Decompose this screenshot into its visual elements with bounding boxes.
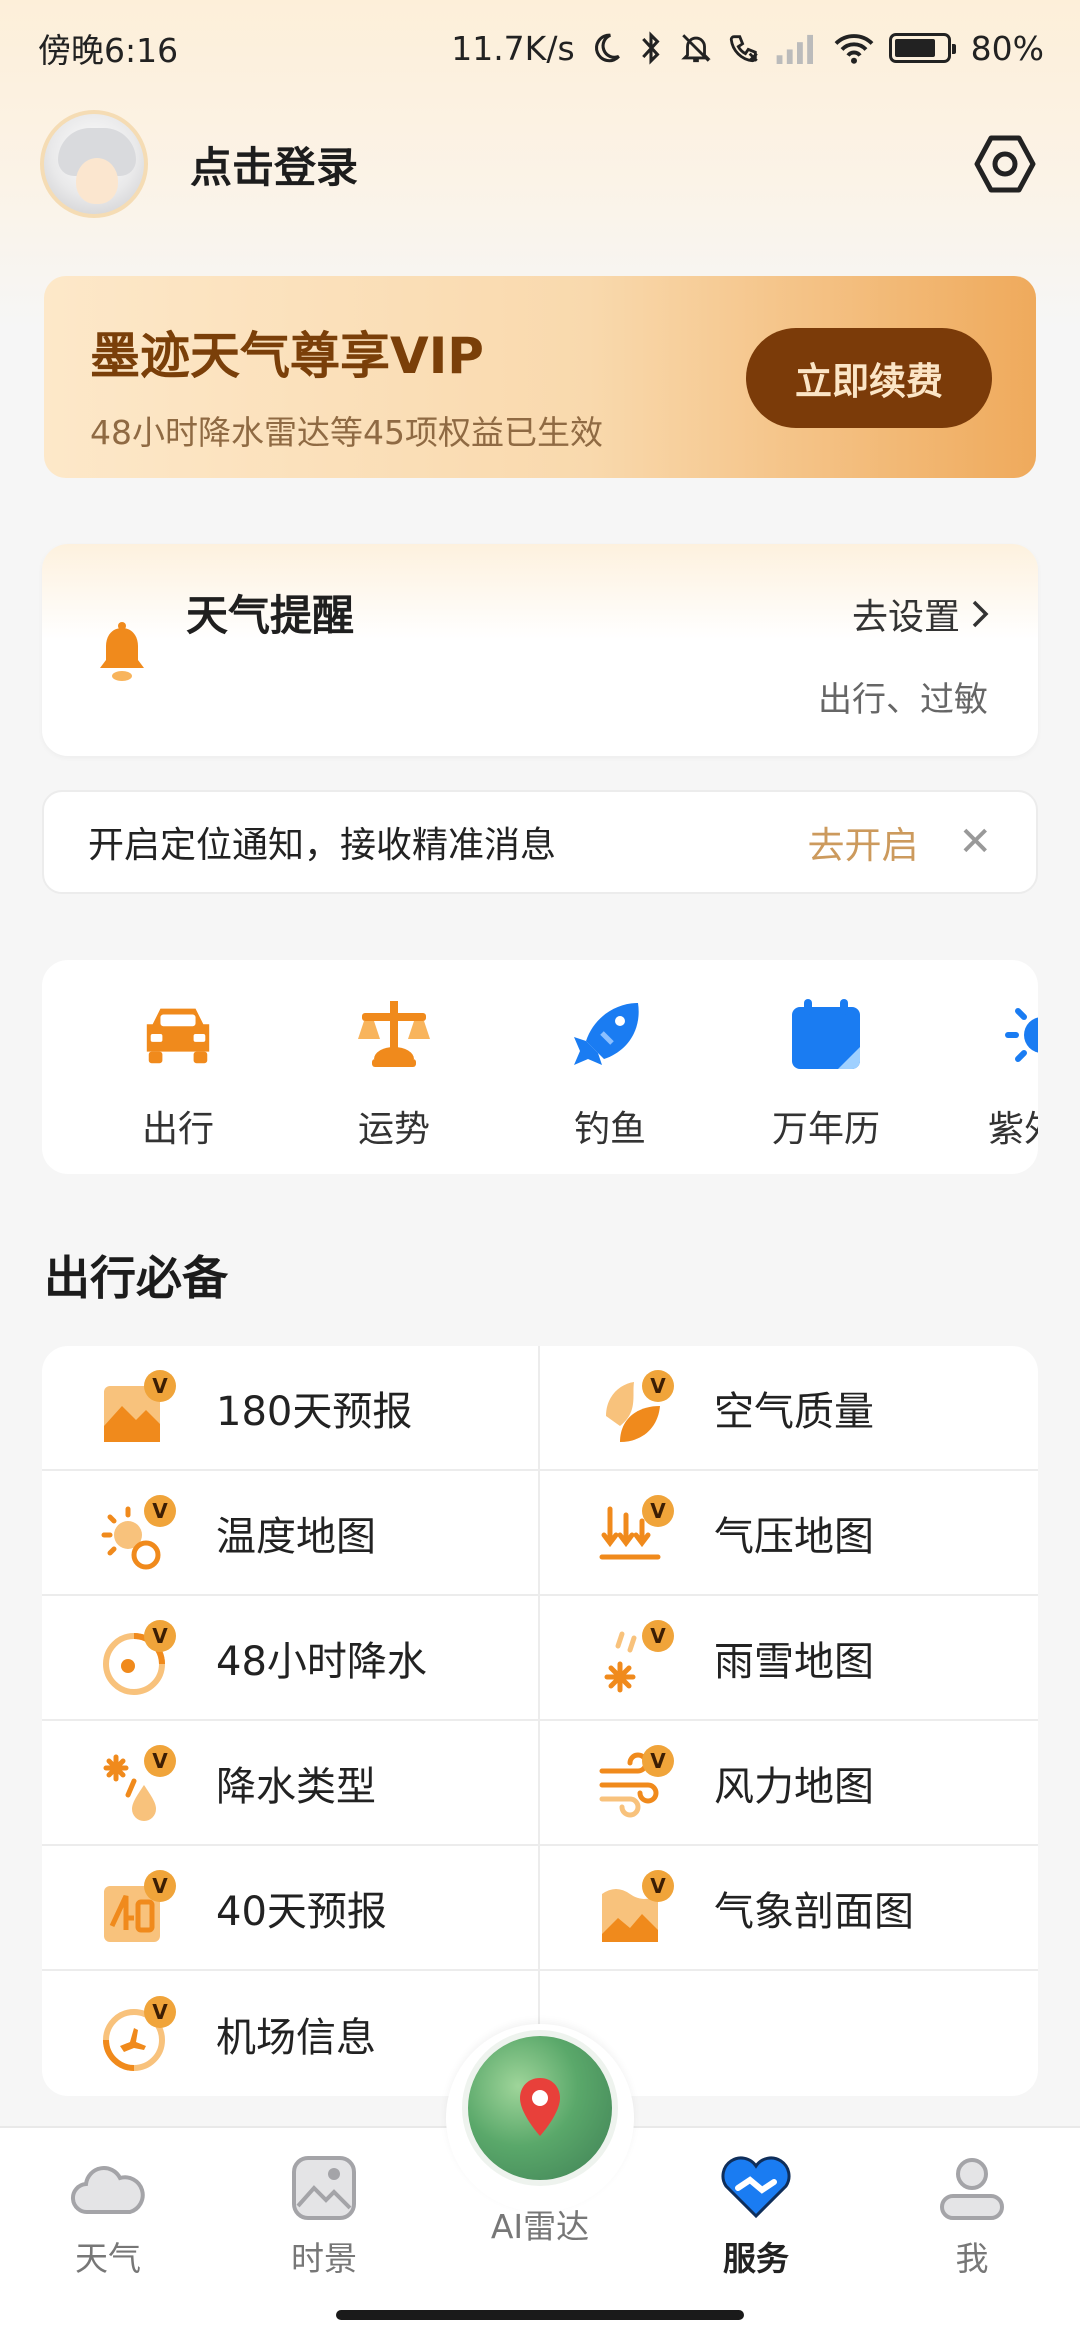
profile-header: 点击登录 [40,108,1040,220]
shortcut-row: 出行 运势 钓鱼 万年历 紫 [42,960,1038,1174]
nav-scenery[interactable]: 时景 [254,2150,394,2280]
reminder-tags: 出行、过敏 [818,680,988,720]
vip-banner[interactable]: 墨迹天气尊享VIP 48小时降水雷达等45项权益已生效 立即续费 [44,276,1036,478]
enable-location-button[interactable]: 去开启 [807,815,918,869]
calendar-icon [787,996,865,1074]
car-icon [139,996,217,1074]
nav-label: 我 [955,2239,989,2278]
grid-item-rain-snow-map[interactable]: V 雨雪地图 [540,1596,1038,1721]
bell-icon [100,622,144,681]
settings-button[interactable] [970,129,1040,199]
status-bar: 傍晚6:16 11.7K/s 80% [0,0,1080,96]
grid-item-label: 风力地图 [714,1763,874,1810]
grid-item-180-day-forecast[interactable]: V 180天预报 [42,1346,540,1471]
grid-item-precip-type[interactable]: V 降水类型 [42,1721,540,1846]
forecast-180-icon: V [100,1369,176,1446]
nav-label: AI雷达 [490,2207,590,2246]
battery-percent: 80% [970,28,1044,68]
grid-item-wind-map[interactable]: V 风力地图 [540,1721,1038,1846]
moon-icon [589,28,623,68]
reminder-settings-label: 去设置 [851,597,960,638]
grid-item-temperature-map[interactable]: V 温度地图 [42,1471,540,1596]
grid-item-label: 机场信息 [216,2014,376,2061]
settings-gear-icon [974,135,1036,193]
shortcut-uv[interactable]: 紫外线 [934,960,1038,1174]
user-icon [934,2150,1010,2226]
shortcut-fortune[interactable]: 运势 [286,960,502,1174]
weather-reminder-card[interactable]: 天气提醒 去设置 出行、过敏 [42,544,1038,756]
nav-weather[interactable]: 天气 [38,2150,178,2280]
travel-essentials-grid: V 180天预报 V 空气质量 V 温度地图 V 气压地图 V 48小时降水 V… [42,1346,1038,2096]
shortcut-label: 运势 [357,1109,430,1150]
grid-item-label: 降水类型 [216,1763,376,1810]
grid-item-label: 温度地图 [216,1513,376,1560]
grid-item-label: 气象剖面图 [714,1888,914,1935]
location-notice: 开启定位通知，接收精准消息 去开启 ✕ [42,790,1038,894]
status-time: 傍晚6:16 [38,31,179,70]
bluetooth-icon [637,28,665,68]
nav-label: 天气 [75,2239,141,2278]
chevron-right-icon [972,600,989,628]
leaf-icon: V [598,1369,674,1446]
reminder-title: 天气提醒 [186,591,355,640]
signal-icon [775,28,819,68]
avatar[interactable] [40,110,148,218]
grid-item-label: 40天预报 [216,1888,387,1935]
shortcut-label: 钓鱼 [573,1109,646,1150]
grid-item-label: 180天预报 [216,1388,413,1435]
mute-bell-icon [679,28,713,68]
section-title: 出行必备 [44,1251,228,1305]
grid-item-label: 气压地图 [714,1513,874,1560]
shortcut-calendar[interactable]: 万年历 [718,960,934,1174]
location-pin-icon [520,2078,560,2136]
location-notice-text: 开启定位通知，接收精准消息 [88,825,557,866]
rain-snow-icon: V [598,1619,674,1696]
wind-icon: V [598,1744,674,1821]
grid-item-air-quality[interactable]: V 空气质量 [540,1346,1038,1471]
nav-ai-radar[interactable]: AI雷达 [470,2194,610,2248]
call-icon [727,28,761,68]
fish-icon [571,996,649,1074]
shortcut-label: 出行 [141,1109,214,1150]
network-speed: 11.7K/s [451,28,575,68]
close-icon[interactable]: ✕ [958,819,992,865]
image-icon [286,2150,362,2226]
cloud-icon [70,2150,146,2226]
grid-item-pressure-map[interactable]: V 气压地图 [540,1471,1038,1596]
forecast-40-icon: V [100,1869,176,1946]
wifi-icon [833,28,875,68]
home-indicator[interactable] [336,2310,744,2320]
battery-icon [888,33,956,63]
temperature-icon: V [100,1494,176,1571]
nav-me[interactable]: 我 [902,2150,1042,2280]
shortcut-travel[interactable]: 出行 [70,960,286,1174]
airport-icon: V [100,1995,176,2072]
precipitation-icon: V [100,1619,176,1696]
renew-button[interactable]: 立即续费 [746,328,992,428]
grid-item-label: 雨雪地图 [714,1638,874,1685]
precip-type-icon: V [100,1744,176,1821]
shortcut-label: 万年历 [771,1109,880,1150]
reminder-settings-link[interactable]: 去设置 [852,588,992,640]
shortcut-fishing[interactable]: 钓鱼 [502,960,718,1174]
nav-label: 服务 [723,2239,789,2278]
sun-icon [1003,996,1038,1074]
nav-label: 时景 [291,2239,357,2278]
login-link[interactable]: 点击登录 [190,134,358,195]
grid-item-label: 48小时降水 [216,1638,427,1685]
grid-item-48h-precipitation[interactable]: V 48小时降水 [42,1596,540,1721]
grid-item-label: 空气质量 [714,1388,874,1435]
shortcut-label: 紫外线 [987,1109,1038,1150]
heart-icon [718,2150,794,2226]
grid-item-weather-profile[interactable]: V 气象剖面图 [540,1846,1038,1971]
nav-service[interactable]: 服务 [686,2150,826,2280]
grid-item-40-day-forecast[interactable]: V 40天预报 [42,1846,540,1971]
balance-icon [355,996,433,1074]
profile-icon: V [598,1869,674,1946]
pressure-icon: V [598,1494,674,1571]
status-icons: 11.7K/s 80% [451,28,1044,68]
ai-radar-button[interactable] [462,2030,618,2186]
